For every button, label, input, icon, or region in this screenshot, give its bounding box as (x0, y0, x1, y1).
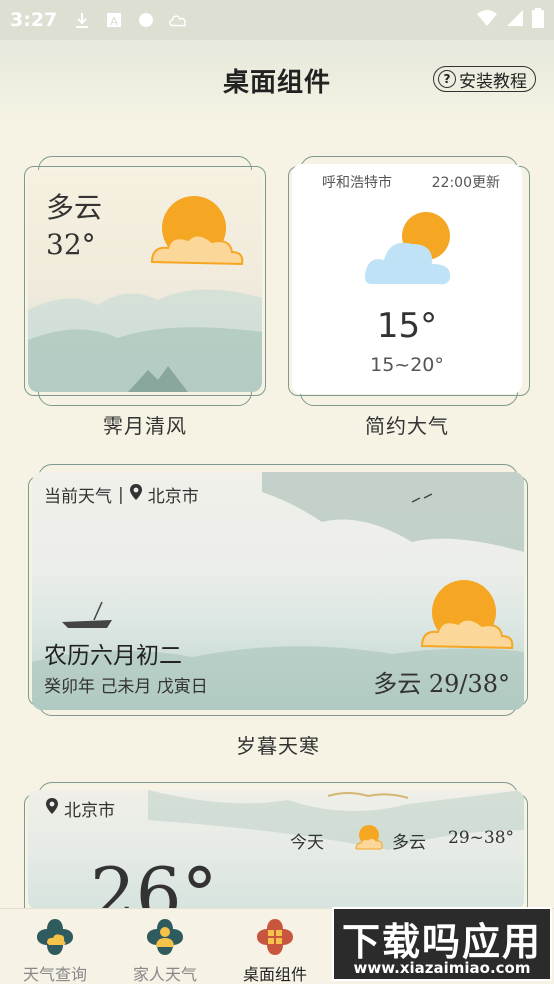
temp-range-text: 29~38° (448, 828, 515, 848)
nav-weather-query[interactable]: 天气查询 (0, 909, 110, 984)
ganzhi-date-text: 癸卯年 己未月 戊寅日 (44, 677, 208, 697)
desktop-widgets-icon (257, 919, 293, 955)
wifi-icon (476, 9, 498, 31)
nav-label: 天气查询 (22, 965, 87, 984)
weather-query-icon (37, 919, 73, 955)
location-pin-icon (129, 484, 142, 505)
header: 桌面组件 ? 安装教程 (0, 40, 554, 126)
sun-cloud-small-icon (355, 825, 383, 850)
watermark-title: 下载吗应用 (341, 920, 542, 964)
city-text: 呼和浩特市 (322, 175, 392, 191)
current-location: 当前天气 | 北京市 (44, 482, 199, 507)
nav-desktop-widgets[interactable]: 桌面组件 (220, 909, 330, 984)
widget-beijing-today[interactable]: 北京市 今天 多云 29~38° 26° (28, 790, 524, 910)
install-tutorial-button[interactable]: ? 安装教程 (433, 66, 536, 92)
widget-jiyue-qingfeng[interactable]: 多云 32° (28, 170, 262, 392)
site-watermark: 下载吗应用 www.xiazaimiao.com (332, 907, 552, 981)
separator: | (118, 484, 124, 505)
watermark-url: www.xiazaimiao.com (353, 959, 531, 977)
circle-icon (135, 9, 157, 31)
app-a-icon: A (103, 9, 125, 31)
sun-cloud-icon (420, 580, 514, 650)
sun-cloud-icon (150, 196, 244, 266)
widget-jianyue-daqi[interactable]: 呼和浩特市 22:00更新 15° 15~20° (292, 164, 522, 394)
signal-icon (506, 9, 524, 31)
install-tutorial-label: 安装教程 (459, 71, 527, 92)
big-temperature-text: 26° (90, 852, 218, 910)
temperature-text: 15° (376, 306, 438, 346)
weather-summary-text: 多云 29/38° (373, 670, 510, 698)
battery-icon (532, 8, 544, 32)
nav-label: 桌面组件 (242, 965, 307, 984)
city-text: 北京市 (64, 801, 115, 821)
nav-family-weather[interactable]: 家人天气 (110, 909, 220, 984)
city-text: 北京市 (147, 487, 199, 507)
widget-suimu-tianhan[interactable]: 当前天气 | 北京市 农历六月初二 癸卯年 己未月 戊寅日 多云 29/38° (32, 472, 524, 710)
widget-name-1: 霁月清风 (103, 414, 187, 438)
day-text: 今天 (290, 833, 324, 853)
temp-range-text: 15~20° (370, 354, 444, 376)
current-weather-tag: 当前天气 (44, 487, 112, 507)
download-icon (71, 9, 93, 31)
condition-text: 多云 (392, 833, 426, 853)
help-icon: ? (438, 70, 456, 88)
temperature-text: 32° (46, 228, 96, 261)
svg-text:A: A (111, 15, 119, 28)
widget-name-2: 简约大气 (365, 414, 449, 438)
lunar-date-text: 农历六月初二 (44, 643, 182, 669)
widget-name-3: 岁暮天寒 (236, 734, 320, 758)
nav-label: 家人天气 (132, 965, 197, 984)
condition-text: 多云 (46, 191, 103, 224)
cloud-status-icon (167, 9, 189, 31)
current-location: 北京市 (46, 796, 115, 821)
location-pin-icon (46, 798, 58, 819)
cloud-sun-icon (364, 212, 451, 285)
family-weather-icon (147, 919, 183, 955)
status-time: 3:27 (10, 9, 58, 31)
update-time-text: 22:00更新 (431, 175, 500, 191)
status-bar: 3:27 A (0, 0, 554, 40)
